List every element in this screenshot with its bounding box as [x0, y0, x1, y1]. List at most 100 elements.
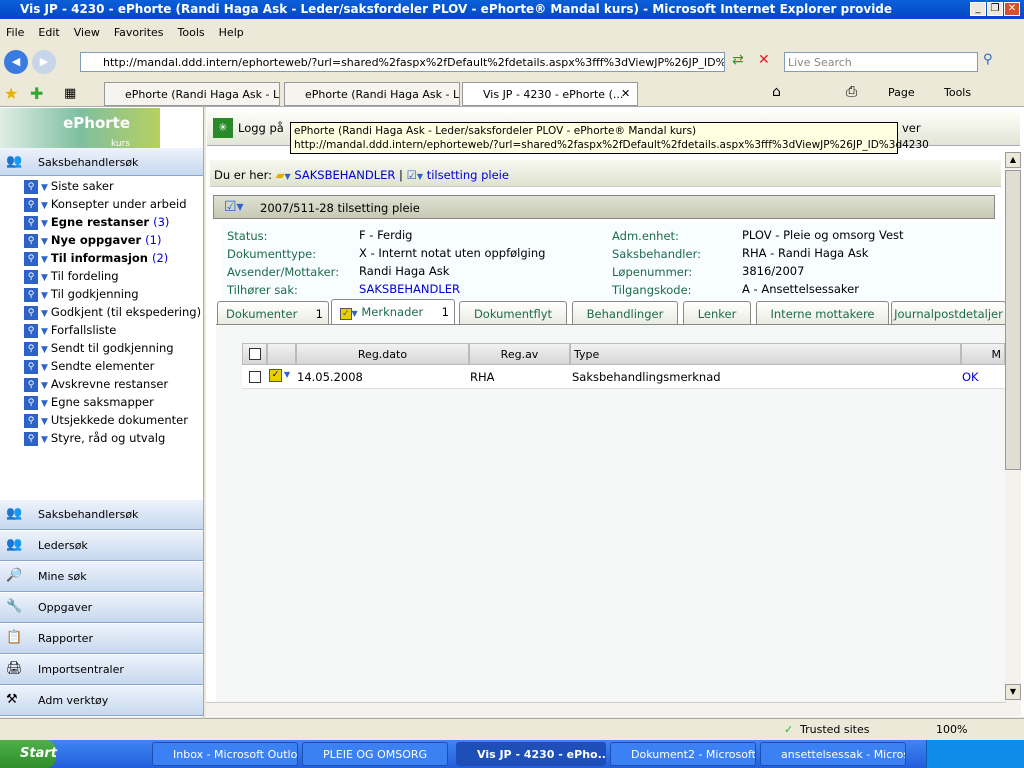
- sidebar-item[interactable]: ⚲ ▼ Avskrevne restanser: [24, 377, 168, 395]
- zoom-level[interactable]: 100%: [936, 723, 967, 736]
- minimize-button[interactable]: _: [970, 2, 986, 16]
- menu-view[interactable]: View: [74, 26, 100, 39]
- login-button[interactable]: Logg på: [238, 121, 284, 135]
- sidebar-header[interactable]: 👥 Saksbehandlersøk: [0, 148, 203, 176]
- dropdown-arrow-icon[interactable]: ▼: [41, 291, 48, 301]
- stop-icon[interactable]: ✕: [758, 52, 778, 72]
- forward-button[interactable]: ▶: [32, 50, 56, 74]
- document-icon[interactable]: ☑▾: [224, 199, 244, 215]
- print-icon[interactable]: ⎙: [846, 84, 857, 100]
- menu-tools[interactable]: Tools: [178, 26, 205, 39]
- sidebar-section[interactable]: 👥 Saksbehandlersøk: [0, 500, 203, 530]
- browser-tab[interactable]: ePhorte (Randi Haga Ask - L...: [104, 82, 280, 106]
- sidebar-section[interactable]: 🖨 Importsentraler: [0, 655, 203, 685]
- menu-file[interactable]: File: [6, 26, 24, 39]
- note-icon[interactable]: ✓: [269, 369, 282, 382]
- menu-favorites[interactable]: Favorites: [114, 26, 164, 39]
- dropdown-arrow-icon[interactable]: ▼: [41, 219, 48, 229]
- dropdown-arrow-icon[interactable]: ▼: [41, 237, 48, 247]
- tab-behandlinger[interactable]: Behandlinger: [572, 301, 678, 325]
- sidebar-item[interactable]: ⚲ ▼ Til informasjon (2): [24, 251, 168, 269]
- home-icon[interactable]: ⌂: [772, 84, 781, 100]
- page-menu[interactable]: Page: [888, 86, 915, 99]
- vertical-scrollbar[interactable]: ▲ ▼: [1005, 152, 1021, 716]
- tab-journalpostdetaljer[interactable]: Journalpostdetaljer: [891, 301, 1006, 325]
- sidebar-item[interactable]: ⚲ ▼ Til fordeling: [24, 269, 119, 287]
- tab-interne-mottakere[interactable]: Interne mottakere: [756, 301, 889, 325]
- dropdown-arrow-icon[interactable]: ▼: [41, 327, 48, 337]
- breadcrumb-case[interactable]: SAKSBEHANDLER: [294, 168, 395, 182]
- sidebar-section[interactable]: ⚒ Adm verktøy: [0, 686, 203, 716]
- breadcrumb-document[interactable]: tilsetting pleie: [427, 168, 509, 182]
- browser-tab-active[interactable]: Vis JP - 4230 - ePhorte (...: [462, 82, 638, 106]
- tab-dokumenter[interactable]: Dokumenter 1: [217, 301, 329, 325]
- tab-merknader[interactable]: ✓ ▼ Merknader 1: [331, 299, 455, 325]
- dropdown-arrow-icon[interactable]: ▼: [41, 363, 48, 373]
- row-checkbox[interactable]: [249, 371, 261, 383]
- favorites-star-icon[interactable]: ★: [4, 84, 18, 103]
- back-button[interactable]: ◀: [4, 50, 28, 74]
- dropdown-arrow-icon[interactable]: ▼: [41, 183, 48, 193]
- dropdown-arrow-icon[interactable]: ▼: [41, 345, 48, 355]
- scroll-up-button[interactable]: ▲: [1005, 152, 1021, 168]
- sidebar-item[interactable]: ⚲ ▼ Utsjekkede dokumenter: [24, 413, 188, 431]
- column-header-reg-dato[interactable]: Reg.dato: [296, 343, 469, 365]
- ok-link[interactable]: OK: [959, 367, 982, 387]
- sidebar-item[interactable]: ⚲ ▼ Sendte elementer: [24, 359, 154, 377]
- sidebar-item[interactable]: ⚲ ▼ Til godkjenning: [24, 287, 139, 305]
- sidebar-section[interactable]: 👥 Ledersøk: [0, 531, 203, 561]
- scroll-down-button[interactable]: ▼: [1005, 684, 1021, 700]
- close-button[interactable]: ✕: [1004, 2, 1020, 16]
- dropdown-arrow-icon[interactable]: ▼: [41, 399, 48, 409]
- sidebar-item[interactable]: ⚲ ▼ Siste saker: [24, 179, 114, 197]
- horizontal-scrollbar[interactable]: [206, 702, 1006, 716]
- taskbar-item[interactable]: ansettelsessak - Micros...: [760, 742, 906, 766]
- menu-edit[interactable]: Edit: [38, 26, 59, 39]
- table-row[interactable]: ✓ ▼ 14.05.2008 RHA Saksbehandlingsmerkna…: [242, 365, 1005, 389]
- dropdown-arrow-icon[interactable]: ▼: [41, 255, 48, 265]
- search-icon[interactable]: ⚲: [983, 52, 1003, 72]
- column-header-type[interactable]: Type: [570, 343, 961, 365]
- taskbar-item[interactable]: Inbox - Microsoft Outlook: [152, 742, 298, 766]
- dropdown-arrow-icon[interactable]: ▼: [41, 417, 48, 427]
- sidebar-item[interactable]: ⚲ ▼ Godkjent (til ekspedering): [24, 305, 201, 323]
- tools-menu[interactable]: Tools: [944, 86, 971, 99]
- column-header-reg-av[interactable]: Reg.av: [469, 343, 570, 365]
- sidebar-item[interactable]: ⚲ ▼ Styre, råd og utvalg: [24, 431, 165, 449]
- sidebar-item[interactable]: ⚲ ▼ Egne restanser (3): [24, 215, 169, 233]
- select-all-checkbox[interactable]: [249, 348, 261, 360]
- sidebar-item[interactable]: ⚲ ▼ Forfallsliste: [24, 323, 116, 341]
- quick-tabs-icon[interactable]: ▦: [64, 86, 76, 101]
- taskbar-item[interactable]: PLEIE OG OMSORG: [302, 742, 448, 766]
- dropdown-arrow-icon[interactable]: ▼: [41, 273, 48, 283]
- dropdown-arrow-icon[interactable]: ▼: [284, 370, 290, 379]
- search-input[interactable]: Live Search: [784, 52, 978, 72]
- sidebar-item[interactable]: ⚲ ▼ Konsepter under arbeid: [24, 197, 187, 215]
- folder-icon: ▰: [275, 168, 285, 182]
- menu-help[interactable]: Help: [219, 26, 244, 39]
- tab-dokumentflyt[interactable]: Dokumentflyt: [459, 301, 567, 325]
- sidebar-section[interactable]: 🔧 Oppgaver: [0, 593, 203, 623]
- taskbar-item[interactable]: Dokument2 - Microsoft...: [610, 742, 756, 766]
- tab-lenker[interactable]: Lenker: [683, 301, 751, 325]
- address-input[interactable]: http://mandal.ddd.intern/ephorteweb/?url…: [80, 52, 725, 72]
- sidebar-item[interactable]: ⚲ ▼ Nye oppgaver (1): [24, 233, 161, 251]
- dropdown-arrow-icon[interactable]: ▼: [41, 435, 48, 445]
- column-header-m[interactable]: M: [961, 343, 1005, 365]
- sidebar-section[interactable]: 📋 Rapporter: [0, 624, 203, 654]
- refresh-icon[interactable]: ⇄: [732, 52, 752, 72]
- sidebar-item[interactable]: ⚲ ▼ Sendt til godkjenning: [24, 341, 174, 359]
- dropdown-arrow-icon[interactable]: ▼: [41, 309, 48, 319]
- scroll-thumb[interactable]: [1005, 170, 1021, 470]
- case-link[interactable]: SAKSBEHANDLER: [359, 282, 460, 296]
- close-tab-icon[interactable]: ✕: [621, 87, 630, 100]
- start-button[interactable]: Start: [0, 740, 57, 768]
- dropdown-arrow-icon[interactable]: ▼: [41, 201, 48, 211]
- sidebar-section[interactable]: 🔎 Mine søk: [0, 562, 203, 592]
- dropdown-arrow-icon[interactable]: ▼: [41, 381, 48, 391]
- maximize-button[interactable]: ❐: [987, 2, 1003, 16]
- browser-tab[interactable]: ePhorte (Randi Haga Ask - L...: [284, 82, 460, 106]
- taskbar-item-active[interactable]: Vis JP - 4230 - ePho...: [456, 742, 606, 766]
- add-favorite-icon[interactable]: ✚: [30, 84, 43, 103]
- sidebar-item[interactable]: ⚲ ▼ Egne saksmapper: [24, 395, 154, 413]
